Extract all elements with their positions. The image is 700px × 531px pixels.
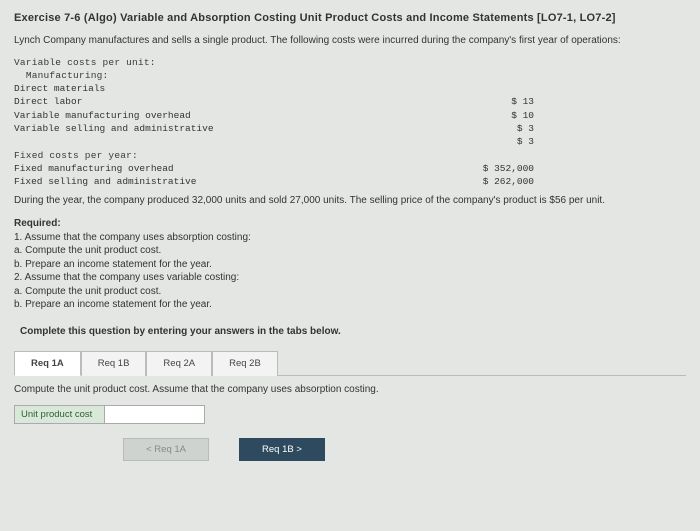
- tab-description: Compute the unit product cost. Assume th…: [14, 384, 686, 395]
- cost-row: $ 3: [14, 135, 534, 148]
- cost-row: Direct labor$ 13: [14, 95, 534, 108]
- cost-header-fixed: Fixed costs per year:: [14, 149, 686, 162]
- complete-instruction: Complete this question by entering your …: [14, 326, 686, 337]
- required-head: Required:: [14, 218, 686, 229]
- tab-req-2a[interactable]: Req 2A: [146, 351, 212, 376]
- cost-row: Variable selling and administrative$ 3: [14, 122, 534, 135]
- during-text: During the year, the company produced 32…: [14, 194, 686, 208]
- cost-header-mfg: Manufacturing:: [14, 69, 686, 82]
- cost-row: Variable manufacturing overhead$ 10: [14, 109, 534, 122]
- tab-req-2b[interactable]: Req 2B: [212, 351, 278, 376]
- cost-row: Fixed manufacturing overhead$ 352,000: [14, 162, 534, 175]
- answer-table: Unit product cost: [14, 405, 205, 424]
- prev-req-button[interactable]: < Req 1A: [123, 438, 209, 461]
- nav-row: < Req 1A Req 1B >: [14, 438, 434, 461]
- next-req-button[interactable]: Req 1B >: [239, 438, 325, 461]
- tab-bar: Req 1A Req 1B Req 2A Req 2B: [14, 351, 686, 376]
- exercise-title: Exercise 7-6 (Algo) Variable and Absorpt…: [14, 12, 686, 24]
- intro-text: Lynch Company manufactures and sells a s…: [14, 34, 686, 48]
- tab-req-1b[interactable]: Req 1B: [81, 351, 147, 376]
- required-list: 1. Assume that the company uses absorpti…: [14, 231, 686, 312]
- tab-req-1a[interactable]: Req 1A: [14, 351, 81, 376]
- cost-row: Direct materials: [14, 82, 534, 95]
- unit-product-cost-label: Unit product cost: [15, 405, 105, 423]
- cost-row: Fixed selling and administrative$ 262,00…: [14, 175, 534, 188]
- cost-header-var: Variable costs per unit:: [14, 56, 686, 69]
- unit-product-cost-input[interactable]: [105, 405, 205, 423]
